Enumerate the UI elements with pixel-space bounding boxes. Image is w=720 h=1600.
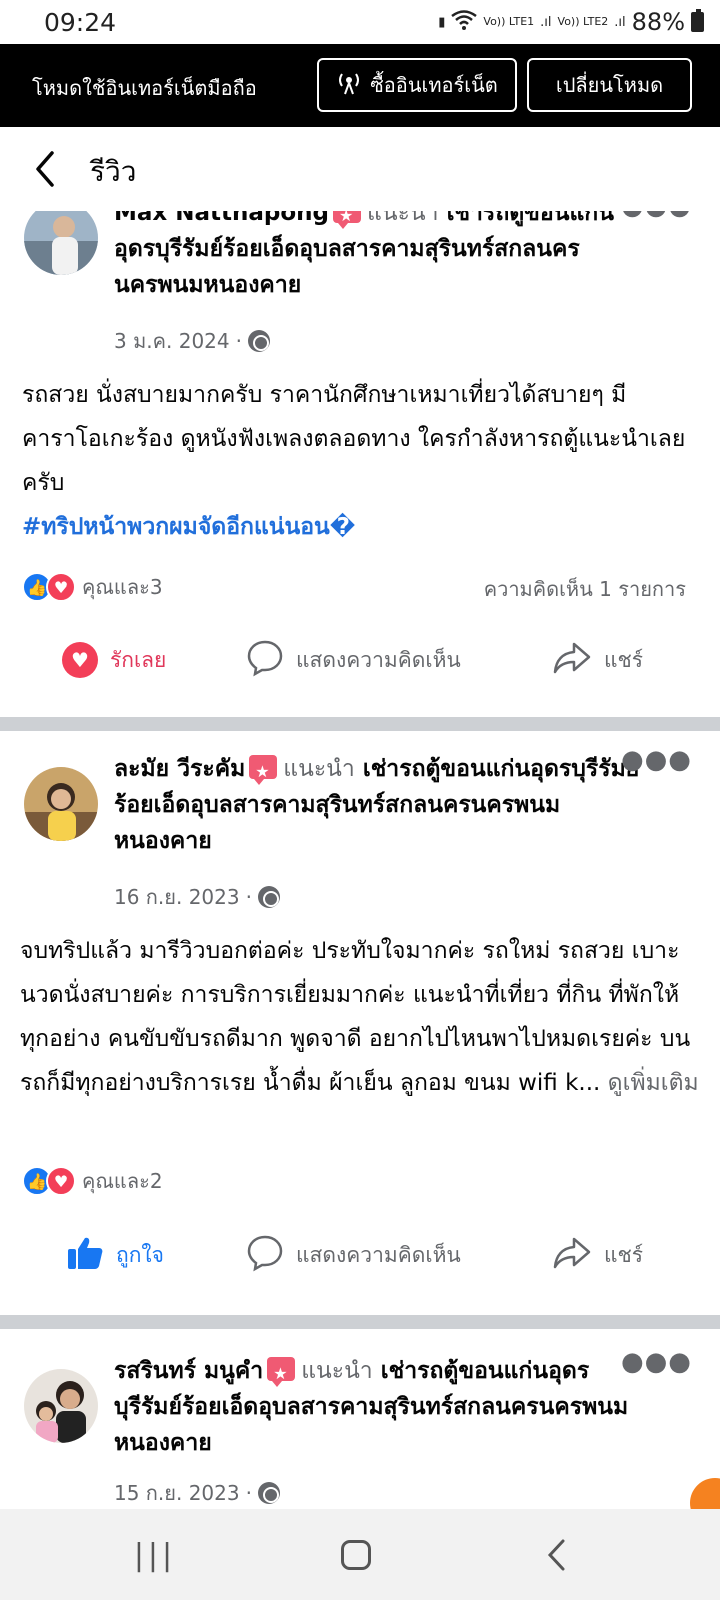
love-label: รักเลย [110, 647, 167, 672]
avatar[interactable] [24, 767, 98, 841]
page-header: รีวิว [0, 127, 720, 211]
network-2-label: Vo)) LTE2 [557, 15, 609, 28]
author-name[interactable]: Max Natthapong [114, 211, 329, 226]
review-text: รถสวย นั่งสบายมากครับ ราคานักศึกษาเหมาเท… [22, 373, 702, 549]
see-more-link[interactable]: ดูเพิ่มเติม [608, 1070, 699, 1096]
buy-internet-label: ซื้ออินเทอร์เน็ต [370, 73, 498, 97]
post-actions: ถูกใจ แสดงความคิดเห็น แชร์ [0, 1225, 720, 1285]
heart-icon: ♥ [62, 642, 98, 678]
post-separator [0, 717, 720, 731]
share-arrow-icon [552, 1235, 592, 1276]
globe-icon [247, 330, 270, 352]
post-meta: 3 ม.ค. 2024 · [114, 325, 270, 357]
comment-count[interactable]: ความคิดเห็น 1 รายการ [484, 573, 686, 605]
post-date[interactable]: 3 ม.ค. 2024 [114, 325, 230, 357]
review-post: ละมัย วีระคัมแนะนำ เช่ารถตู้ขอนแก่นอุดรบ… [0, 731, 720, 1285]
post-meta: 15 ก.ย. 2023 · [114, 1477, 280, 1509]
system-navigation-bar: ||| [0, 1509, 720, 1600]
mobile-data-mode-bar: โหมดใช้อินเทอร์เน็ตมือถือ ซื้ออินเทอร์เน… [0, 44, 720, 127]
author-name[interactable]: ละมัย วีระคัม [114, 756, 245, 782]
network-1-label: Vo)) LTE1 [483, 15, 535, 28]
page-title: รีวิว [90, 155, 137, 188]
wifi-icon [451, 10, 478, 34]
recommend-icon [249, 754, 278, 790]
like-label: ถูกใจ [116, 1242, 164, 1267]
home-icon[interactable] [316, 1533, 396, 1577]
antenna-icon [336, 70, 362, 101]
avatar[interactable] [24, 211, 98, 275]
recommend-text: แนะนำ [301, 1358, 373, 1384]
recommend-icon [333, 211, 362, 234]
battery-icon [691, 9, 704, 32]
buy-internet-button[interactable]: ซื้ออินเทอร์เน็ต [317, 58, 517, 112]
comment-button[interactable]: แสดงความคิดเห็น [246, 630, 461, 690]
battery-percent: 88% [631, 8, 685, 36]
comment-label: แสดงความคิดเห็น [296, 1242, 461, 1267]
like-button[interactable]: ถูกใจ [66, 1225, 164, 1285]
review-text: จบทริปแล้ว มารีวิวบอกต่อค่ะ ประทับใจมากค… [20, 929, 700, 1105]
reaction-text: คุณและ2 [82, 1169, 163, 1193]
comment-label: แสดงความคิดเห็น [296, 647, 461, 672]
share-label: แชร์ [604, 647, 644, 672]
status-time: 09:24 [44, 8, 117, 37]
post-header: รสรินทร์ มนูคำแนะนำ เช่ารถตู้ขอนแก่นอุดร… [114, 1353, 654, 1461]
more-horizontal-icon[interactable]: ●●● [621, 1347, 692, 1377]
share-label: แชร์ [604, 1242, 644, 1267]
post-date[interactable]: 15 ก.ย. 2023 [114, 1477, 240, 1509]
post-header: ละมัย วีระคัมแนะนำ เช่ารถตู้ขอนแก่นอุดรบ… [114, 751, 654, 859]
back-icon[interactable] [517, 1533, 597, 1577]
meta-dot: · [245, 1481, 252, 1505]
heart-icon: ♥ [46, 1166, 76, 1196]
reaction-summary[interactable]: 👍 ♥ คุณและ2 [22, 1165, 163, 1197]
love-button[interactable]: ♥ รักเลย [62, 630, 166, 690]
comment-bubble-icon [246, 1234, 284, 1277]
review-body: รถสวย นั่งสบายมากครับ ราคานักศึกษาเหมาเท… [22, 382, 686, 496]
switch-mode-button[interactable]: เปลี่ยนโหมด [527, 58, 692, 112]
more-horizontal-icon[interactable]: ●●● [621, 745, 692, 775]
reaction-summary[interactable]: 👍 ♥ คุณและ3 [22, 571, 163, 603]
globe-icon [257, 886, 280, 908]
avatar[interactable] [24, 1369, 98, 1443]
more-horizontal-icon[interactable]: ●●● [621, 211, 692, 221]
post-header: Max Natthapongแนะนำ เช่ารถตู้ขอนแก่นอุดร… [114, 211, 654, 303]
status-indicators: ▮ Vo)) LTE1 .ıl Vo)) LTE2 .ıl 88% [438, 8, 704, 36]
meta-dot: · [235, 329, 242, 353]
recommend-text: แนะนำ [283, 756, 355, 782]
signal-icons: ▮ Vo)) LTE1 .ıl Vo)) LTE2 .ıl [438, 10, 626, 34]
reviews-feed[interactable]: Max Natthapongแนะนำ เช่ารถตู้ขอนแก่นอุดร… [0, 211, 720, 1509]
mode-label: โหมดใช้อินเทอร์เน็ตมือถือ [32, 76, 257, 100]
meta-dot: · [245, 885, 252, 909]
recommend-icon [267, 1356, 296, 1392]
review-post: รสรินทร์ มนูคำแนะนำ เช่ารถตู้ขอนแก่นอุดร… [0, 1329, 720, 1509]
recent-apps-icon[interactable]: ||| [115, 1533, 195, 1577]
hashtag-link[interactable]: #ทริปหน้าพวกผมจัดอีกแน่นอน� [22, 514, 355, 540]
recommend-text: แนะนำ [367, 211, 439, 226]
comment-button[interactable]: แสดงความคิดเห็น [246, 1225, 461, 1285]
globe-icon [257, 1482, 280, 1504]
signal-bars-2-icon: .ıl [614, 14, 626, 30]
author-name[interactable]: รสรินทร์ มนูคำ [114, 1358, 263, 1384]
thumbs-up-icon [66, 1235, 104, 1276]
review-body: จบทริปแล้ว มารีวิวบอกต่อค่ะ ประทับใจมากค… [20, 938, 691, 1096]
data-saver-icon: ▮ [438, 14, 446, 30]
signal-bars-1-icon: .ıl [540, 14, 552, 30]
post-separator [0, 1315, 720, 1329]
post-meta: 16 ก.ย. 2023 · [114, 881, 280, 913]
switch-mode-label: เปลี่ยนโหมด [555, 73, 664, 97]
review-post: Max Natthapongแนะนำ เช่ารถตู้ขอนแก่นอุดร… [0, 211, 720, 702]
comment-bubble-icon [246, 639, 284, 682]
share-arrow-icon [552, 640, 592, 681]
post-date[interactable]: 16 ก.ย. 2023 [114, 881, 240, 913]
reaction-text: คุณและ3 [82, 575, 163, 599]
chevron-left-icon[interactable] [30, 149, 66, 189]
post-actions: ♥ รักเลย แสดงความคิดเห็น แชร์ [0, 630, 720, 690]
status-bar: 09:24 ▮ Vo)) LTE1 .ıl Vo)) LTE2 .ıl 88% [0, 0, 720, 44]
share-button[interactable]: แชร์ [552, 1225, 643, 1285]
heart-icon: ♥ [46, 572, 76, 602]
share-button[interactable]: แชร์ [552, 630, 643, 690]
